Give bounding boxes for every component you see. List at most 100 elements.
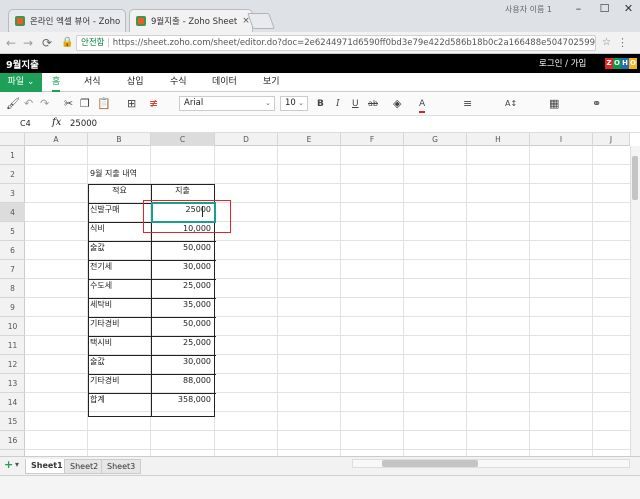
redo-icon[interactable]: ↷ — [40, 97, 49, 111]
row-header[interactable]: 5 — [0, 222, 25, 241]
font-size-select[interactable]: 10 ⌄ — [280, 96, 308, 111]
amount-cell[interactable]: 88,000 — [151, 373, 214, 389]
row-header[interactable]: 11 — [0, 336, 25, 355]
select-all-corner[interactable] — [0, 133, 25, 146]
row-header[interactable]: 12 — [0, 355, 25, 374]
menu-view[interactable]: 보기 — [263, 73, 280, 92]
menu-format[interactable]: 서식 — [84, 73, 101, 92]
row-header[interactable]: 14 — [0, 393, 25, 412]
row-header-selected[interactable]: 4 — [0, 203, 25, 222]
item-cell[interactable]: 전기세 — [90, 259, 112, 275]
amount-cell[interactable]: 10,000 — [151, 221, 214, 237]
column-header[interactable]: F — [341, 133, 404, 146]
column-header[interactable]: A — [25, 133, 88, 146]
row-header[interactable]: 6 — [0, 241, 25, 260]
user-profile-label[interactable]: 사용자 이름 1 — [505, 4, 552, 15]
row-header[interactable]: 2 — [0, 165, 25, 184]
item-cell[interactable]: 기타경비 — [90, 316, 119, 332]
row-header[interactable]: 8 — [0, 279, 25, 298]
undo-icon[interactable]: ↶ — [24, 97, 33, 111]
italic-button[interactable]: I — [336, 97, 340, 111]
column-header[interactable]: G — [404, 133, 467, 146]
browser-tab-sheet[interactable]: 9월지출 - Zoho Sheet × — [129, 9, 253, 32]
cell-reference-box[interactable]: C4 — [20, 119, 31, 128]
amount-cell[interactable]: 35,000 — [151, 297, 214, 313]
sheet-tab[interactable]: Sheet2 — [64, 459, 105, 474]
total-label-cell[interactable]: 합계 — [90, 392, 105, 408]
document-title[interactable]: 9월지출 — [6, 57, 39, 71]
item-cell[interactable]: 기타경비 — [90, 373, 119, 389]
menu-formula[interactable]: 수식 — [170, 73, 187, 92]
font-name-select[interactable]: Arial ⌄ — [179, 96, 275, 111]
strikethrough-button[interactable]: ab — [368, 97, 378, 111]
add-sheet-button[interactable]: + — [4, 458, 13, 471]
forward-icon[interactable]: → — [23, 35, 33, 51]
close-window-icon[interactable]: ✕ — [612, 0, 640, 20]
copy-icon[interactable]: ❐ — [80, 97, 90, 111]
file-menu-button[interactable]: 파일 ⌄ — [0, 73, 42, 92]
bold-button[interactable]: B — [317, 97, 324, 111]
column-header[interactable]: I — [530, 133, 593, 146]
paint-format-icon[interactable]: 🖌 — [6, 97, 20, 111]
item-cell[interactable]: 술값 — [90, 240, 105, 256]
sheet-title-cell[interactable]: 9월 지출 내역 — [90, 164, 137, 183]
borders-icon[interactable]: ▦ — [549, 97, 559, 111]
sort-icon[interactable]: A↕ — [505, 97, 517, 111]
amount-cell[interactable]: 25,000 — [151, 278, 214, 294]
paste-icon[interactable]: 📋 — [97, 97, 111, 111]
spreadsheet-grid[interactable]: 9월 지출 내역 적요 지출 신발구매 25000 식비 10,000 술값 5… — [25, 146, 630, 456]
total-amount-cell[interactable]: 358,000 — [151, 392, 214, 408]
item-cell[interactable]: 술값 — [90, 354, 105, 370]
menu-home[interactable]: 홈 — [52, 73, 61, 92]
fill-color-icon[interactable]: ◈ — [393, 97, 401, 111]
sheet-tab[interactable]: Sheet3 — [101, 459, 142, 474]
login-signup-link[interactable]: 로그인 / 가입 — [539, 57, 586, 69]
amount-cell[interactable]: 30,000 — [151, 259, 214, 275]
amount-cell[interactable]: 50,000 — [151, 240, 214, 256]
row-header[interactable]: 13 — [0, 374, 25, 393]
row-header[interactable]: 15 — [0, 412, 25, 431]
align-left-icon[interactable]: ≡ — [463, 97, 472, 111]
column-header[interactable]: H — [467, 133, 530, 146]
row-header[interactable]: 7 — [0, 260, 25, 279]
clear-format-icon[interactable]: ≢ — [149, 97, 158, 111]
row-header[interactable]: 9 — [0, 298, 25, 317]
reload-icon[interactable]: ⟳ — [42, 35, 52, 51]
bookmark-icon[interactable]: ☆ — [602, 35, 611, 51]
row-header[interactable]: 3 — [0, 184, 25, 203]
amount-cell[interactable]: 50,000 — [151, 316, 214, 332]
item-cell[interactable]: 신발구매 — [90, 202, 119, 218]
underline-button[interactable]: U — [352, 97, 359, 111]
new-tab-button[interactable] — [247, 13, 275, 29]
amount-cell[interactable]: 25000 — [151, 202, 214, 218]
horizontal-scroll-thumb[interactable] — [382, 460, 478, 467]
browser-tab-viewer[interactable]: 온라인 엑셀 뷰어 - Zoho × — [8, 9, 126, 32]
column-header[interactable]: B — [88, 133, 151, 146]
header-item-cell[interactable]: 적요 — [88, 183, 151, 199]
column-header[interactable]: E — [278, 133, 341, 146]
item-cell[interactable]: 식비 — [90, 221, 105, 237]
format-cells-icon[interactable]: ⊞ — [127, 97, 136, 111]
font-color-button[interactable]: A — [419, 97, 426, 113]
function-icon[interactable]: fx — [52, 117, 61, 128]
cut-icon[interactable]: ✂ — [64, 97, 73, 111]
column-header-selected[interactable]: C — [151, 133, 215, 146]
row-header[interactable]: 10 — [0, 317, 25, 336]
sheet-menu-icon[interactable]: ▾ — [15, 460, 19, 469]
header-amount-cell[interactable]: 지출 — [151, 183, 214, 199]
url-input[interactable]: 안전함 | https://sheet.zoho.com/sheet/edito… — [76, 35, 596, 51]
formula-input[interactable]: 25000 — [70, 119, 97, 129]
menu-insert[interactable]: 삽입 — [127, 73, 144, 92]
amount-cell[interactable]: 25,000 — [151, 335, 214, 351]
item-cell[interactable]: 세탁비 — [90, 297, 112, 313]
vertical-scroll-thumb[interactable] — [632, 156, 638, 200]
find-icon[interactable]: ⚭ — [592, 97, 601, 111]
row-header[interactable]: 1 — [0, 146, 25, 165]
close-tab-icon[interactable]: × — [125, 16, 126, 26]
sheet-tab-active[interactable]: Sheet1 — [25, 459, 69, 474]
item-cell[interactable]: 수도세 — [90, 278, 112, 294]
amount-cell[interactable]: 30,000 — [151, 354, 214, 370]
chrome-menu-icon[interactable]: ⋮ — [617, 35, 628, 51]
back-icon[interactable]: ← — [6, 35, 16, 51]
menu-data[interactable]: 데이터 — [212, 73, 237, 92]
